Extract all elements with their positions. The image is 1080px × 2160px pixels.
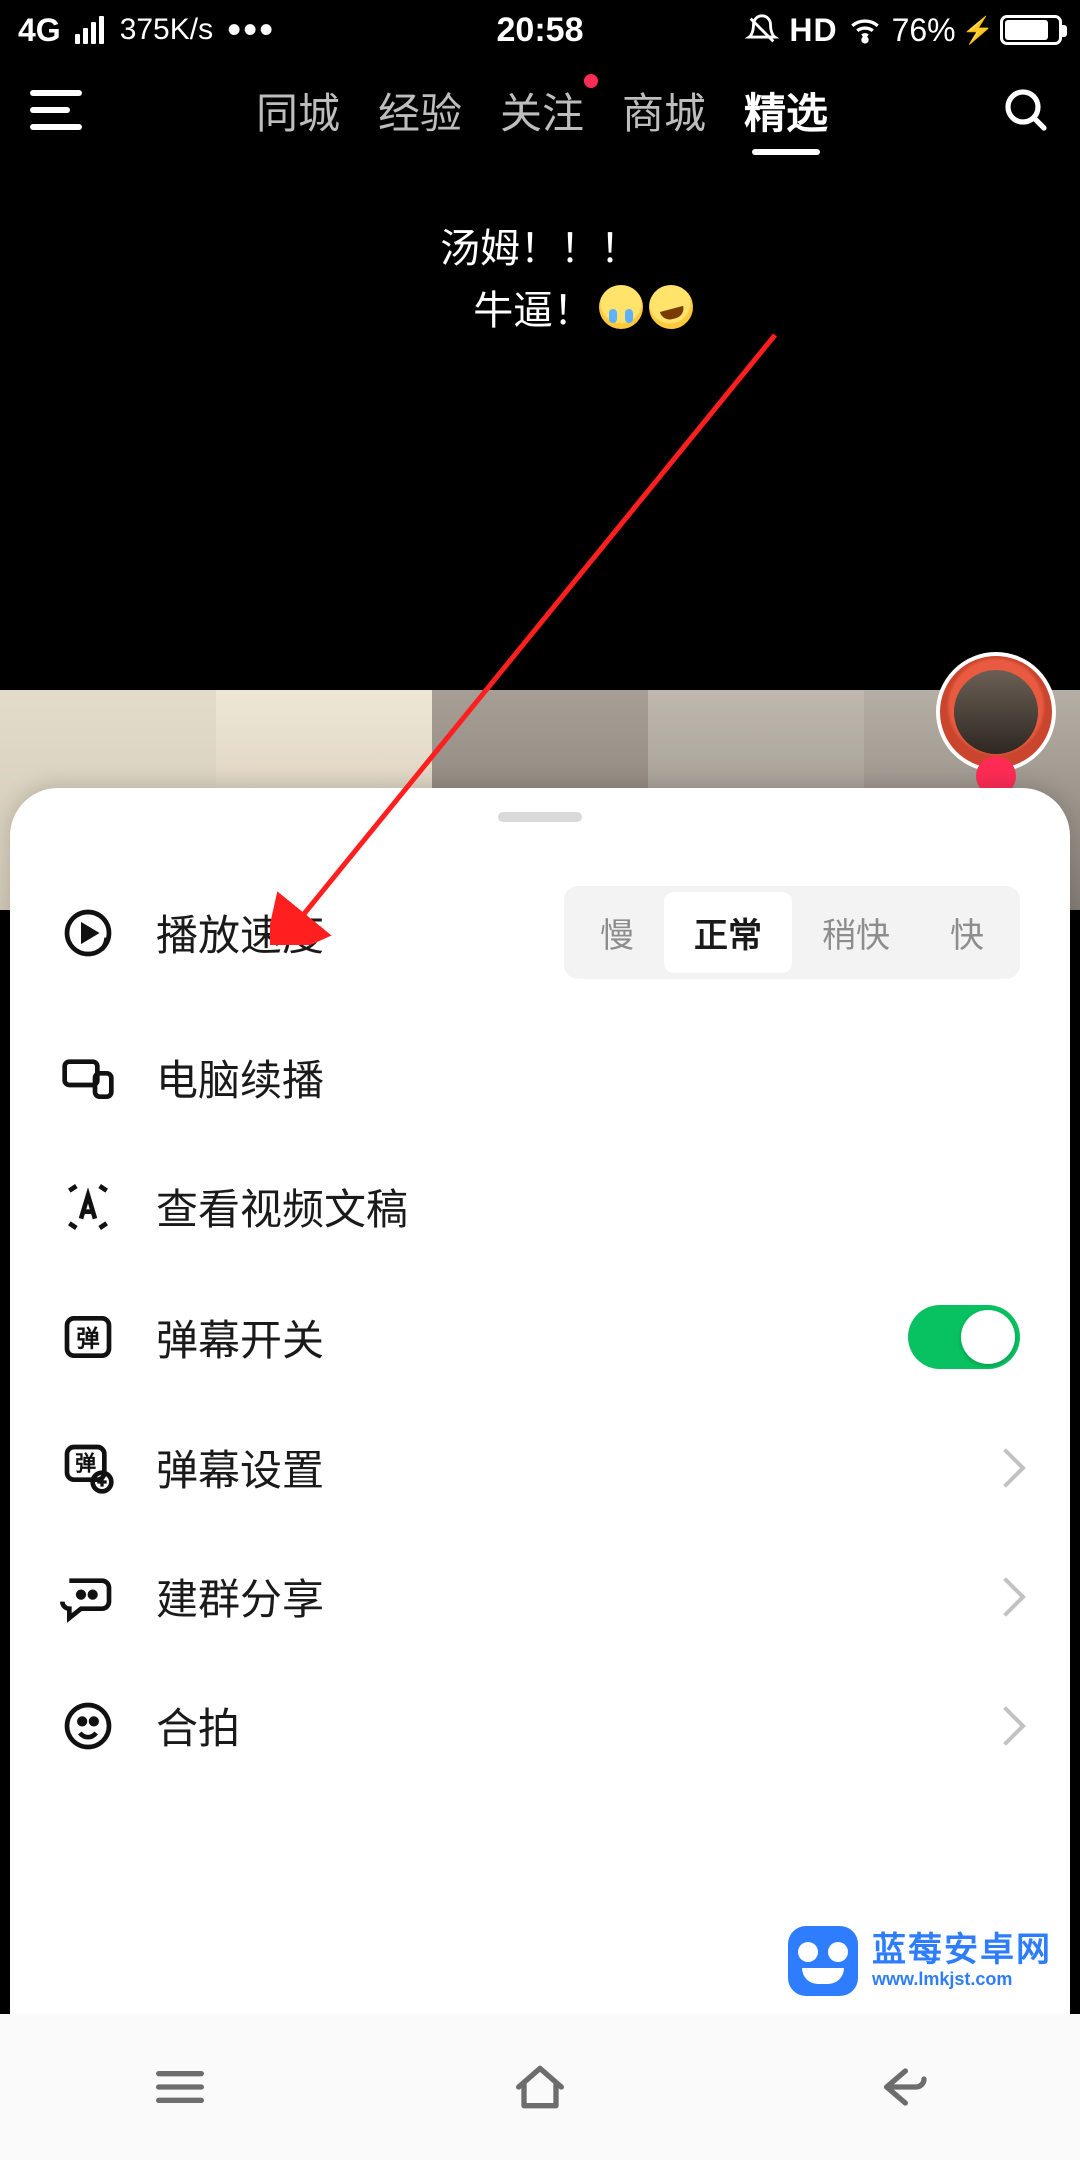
crying-emoji-icon (599, 285, 643, 329)
nav-recent-icon[interactable] (148, 2055, 212, 2119)
tab-same-city[interactable]: 同城 (256, 80, 340, 141)
wifi-icon (848, 13, 882, 47)
play-speed-label: 播放速度 (156, 902, 564, 963)
duet-label: 合拍 (156, 1695, 992, 1756)
toggle-knob (961, 1310, 1015, 1364)
row-play-speed: 播放速度 慢 正常 稍快 快 (10, 852, 1070, 1013)
menu-icon[interactable] (30, 90, 82, 130)
tab-label: 商城 (622, 90, 706, 137)
tab-label: 关注 (500, 90, 584, 137)
danmu-settings-icon: 弹 (60, 1440, 116, 1496)
tab-experience[interactable]: 经验 (378, 80, 462, 141)
speed-option-normal[interactable]: 正常 (664, 892, 792, 973)
more-dots-icon: ••• (227, 25, 275, 35)
video-area[interactable]: 汤姆！！！ 牛逼！ (0, 160, 1080, 690)
android-nav-bar (0, 2014, 1080, 2160)
clock: 20:58 (497, 11, 584, 50)
tab-label: 精选 (744, 90, 828, 137)
top-nav: 同城 经验 关注 商城 精选 (0, 60, 1080, 160)
watermark-name: 蓝莓安卓网 (872, 1932, 1052, 1969)
status-bar: 4G 375K/s ••• 20:58 HD 76% ⚡ (0, 0, 1080, 60)
nav-back-icon[interactable] (868, 2055, 932, 2119)
speed-segmented-control: 慢 正常 稍快 快 (564, 886, 1020, 979)
tabs: 同城 经验 关注 商城 精选 (116, 80, 968, 141)
watermark: 蓝莓安卓网 www.lmkjst.com (776, 1918, 1064, 2004)
watermark-text: 蓝莓安卓网 www.lmkjst.com (872, 1932, 1052, 1989)
row-group-share[interactable]: 建群分享 (10, 1532, 1070, 1661)
row-transcript[interactable]: 查看视频文稿 (10, 1142, 1070, 1271)
network-type: 4G (18, 12, 61, 49)
notification-dot-icon (584, 74, 598, 88)
barrage-text: 汤姆！！！ (440, 216, 640, 274)
tab-follow[interactable]: 关注 (500, 80, 584, 141)
devices-icon (60, 1050, 116, 1106)
rofl-emoji-icon (644, 280, 698, 334)
transcript-label: 查看视频文稿 (156, 1176, 1020, 1237)
group-share-label: 建群分享 (156, 1566, 992, 1627)
search-icon[interactable] (1002, 86, 1050, 134)
danmu-settings-label: 弹幕设置 (156, 1437, 992, 1498)
danmu-toggle-label: 弹幕开关 (156, 1307, 908, 1368)
svg-text:弹: 弹 (75, 1451, 96, 1475)
speed-icon (60, 905, 116, 961)
network-speed: 375K/s (120, 13, 213, 47)
duet-icon (60, 1698, 116, 1754)
transcript-icon (60, 1179, 116, 1235)
chevron-right-icon (986, 1577, 1026, 1617)
status-right: HD 76% ⚡ (745, 12, 1062, 49)
barrage-text: 牛逼！ (473, 278, 593, 336)
barrage-line: 牛逼！ (473, 278, 693, 336)
watermark-url: www.lmkjst.com (872, 1970, 1052, 1990)
speed-option-faster[interactable]: 稍快 (792, 892, 920, 973)
barrage-line: 汤姆！！！ (440, 216, 640, 274)
signal-bars-icon (75, 16, 104, 44)
battery: 76% ⚡ (892, 12, 1062, 49)
speed-option-slow[interactable]: 慢 (570, 892, 664, 973)
tab-shop[interactable]: 商城 (622, 80, 706, 141)
mute-icon (745, 13, 779, 47)
chevron-right-icon (986, 1706, 1026, 1746)
author-avatar[interactable] (936, 652, 1056, 772)
row-danmu-toggle: 弹 弹幕开关 (10, 1271, 1070, 1403)
nav-home-icon[interactable] (508, 2055, 572, 2119)
battery-percent: 76% (892, 12, 956, 49)
charging-icon: ⚡ (962, 15, 994, 46)
screen: 4G 375K/s ••• 20:58 HD 76% ⚡ 同城 经验 关注 商城… (0, 0, 1080, 2160)
row-continue-pc[interactable]: 电脑续播 (10, 1013, 1070, 1142)
battery-icon (1000, 15, 1062, 45)
row-danmu-settings[interactable]: 弹 弹幕设置 (10, 1403, 1070, 1532)
row-duet[interactable]: 合拍 (10, 1661, 1070, 1790)
options-sheet: 播放速度 慢 正常 稍快 快 电脑续播 查看视频文稿 弹 弹幕开关 弹 弹幕设置 (10, 788, 1070, 2014)
status-left: 4G 375K/s ••• (18, 12, 275, 49)
chat-group-icon (60, 1569, 116, 1625)
speed-option-fast[interactable]: 快 (920, 892, 1014, 973)
svg-text:弹: 弹 (76, 1325, 99, 1351)
tab-label: 同城 (256, 90, 340, 137)
sheet-handle[interactable] (498, 812, 582, 822)
hd-label: HD (789, 12, 837, 49)
danmu-icon: 弹 (60, 1309, 116, 1365)
tab-featured[interactable]: 精选 (744, 80, 828, 141)
chevron-right-icon (986, 1448, 1026, 1488)
tab-label: 经验 (378, 90, 462, 137)
danmu-toggle-switch[interactable] (908, 1305, 1020, 1369)
continue-pc-label: 电脑续播 (156, 1047, 1020, 1108)
watermark-logo-icon (788, 1926, 858, 1996)
